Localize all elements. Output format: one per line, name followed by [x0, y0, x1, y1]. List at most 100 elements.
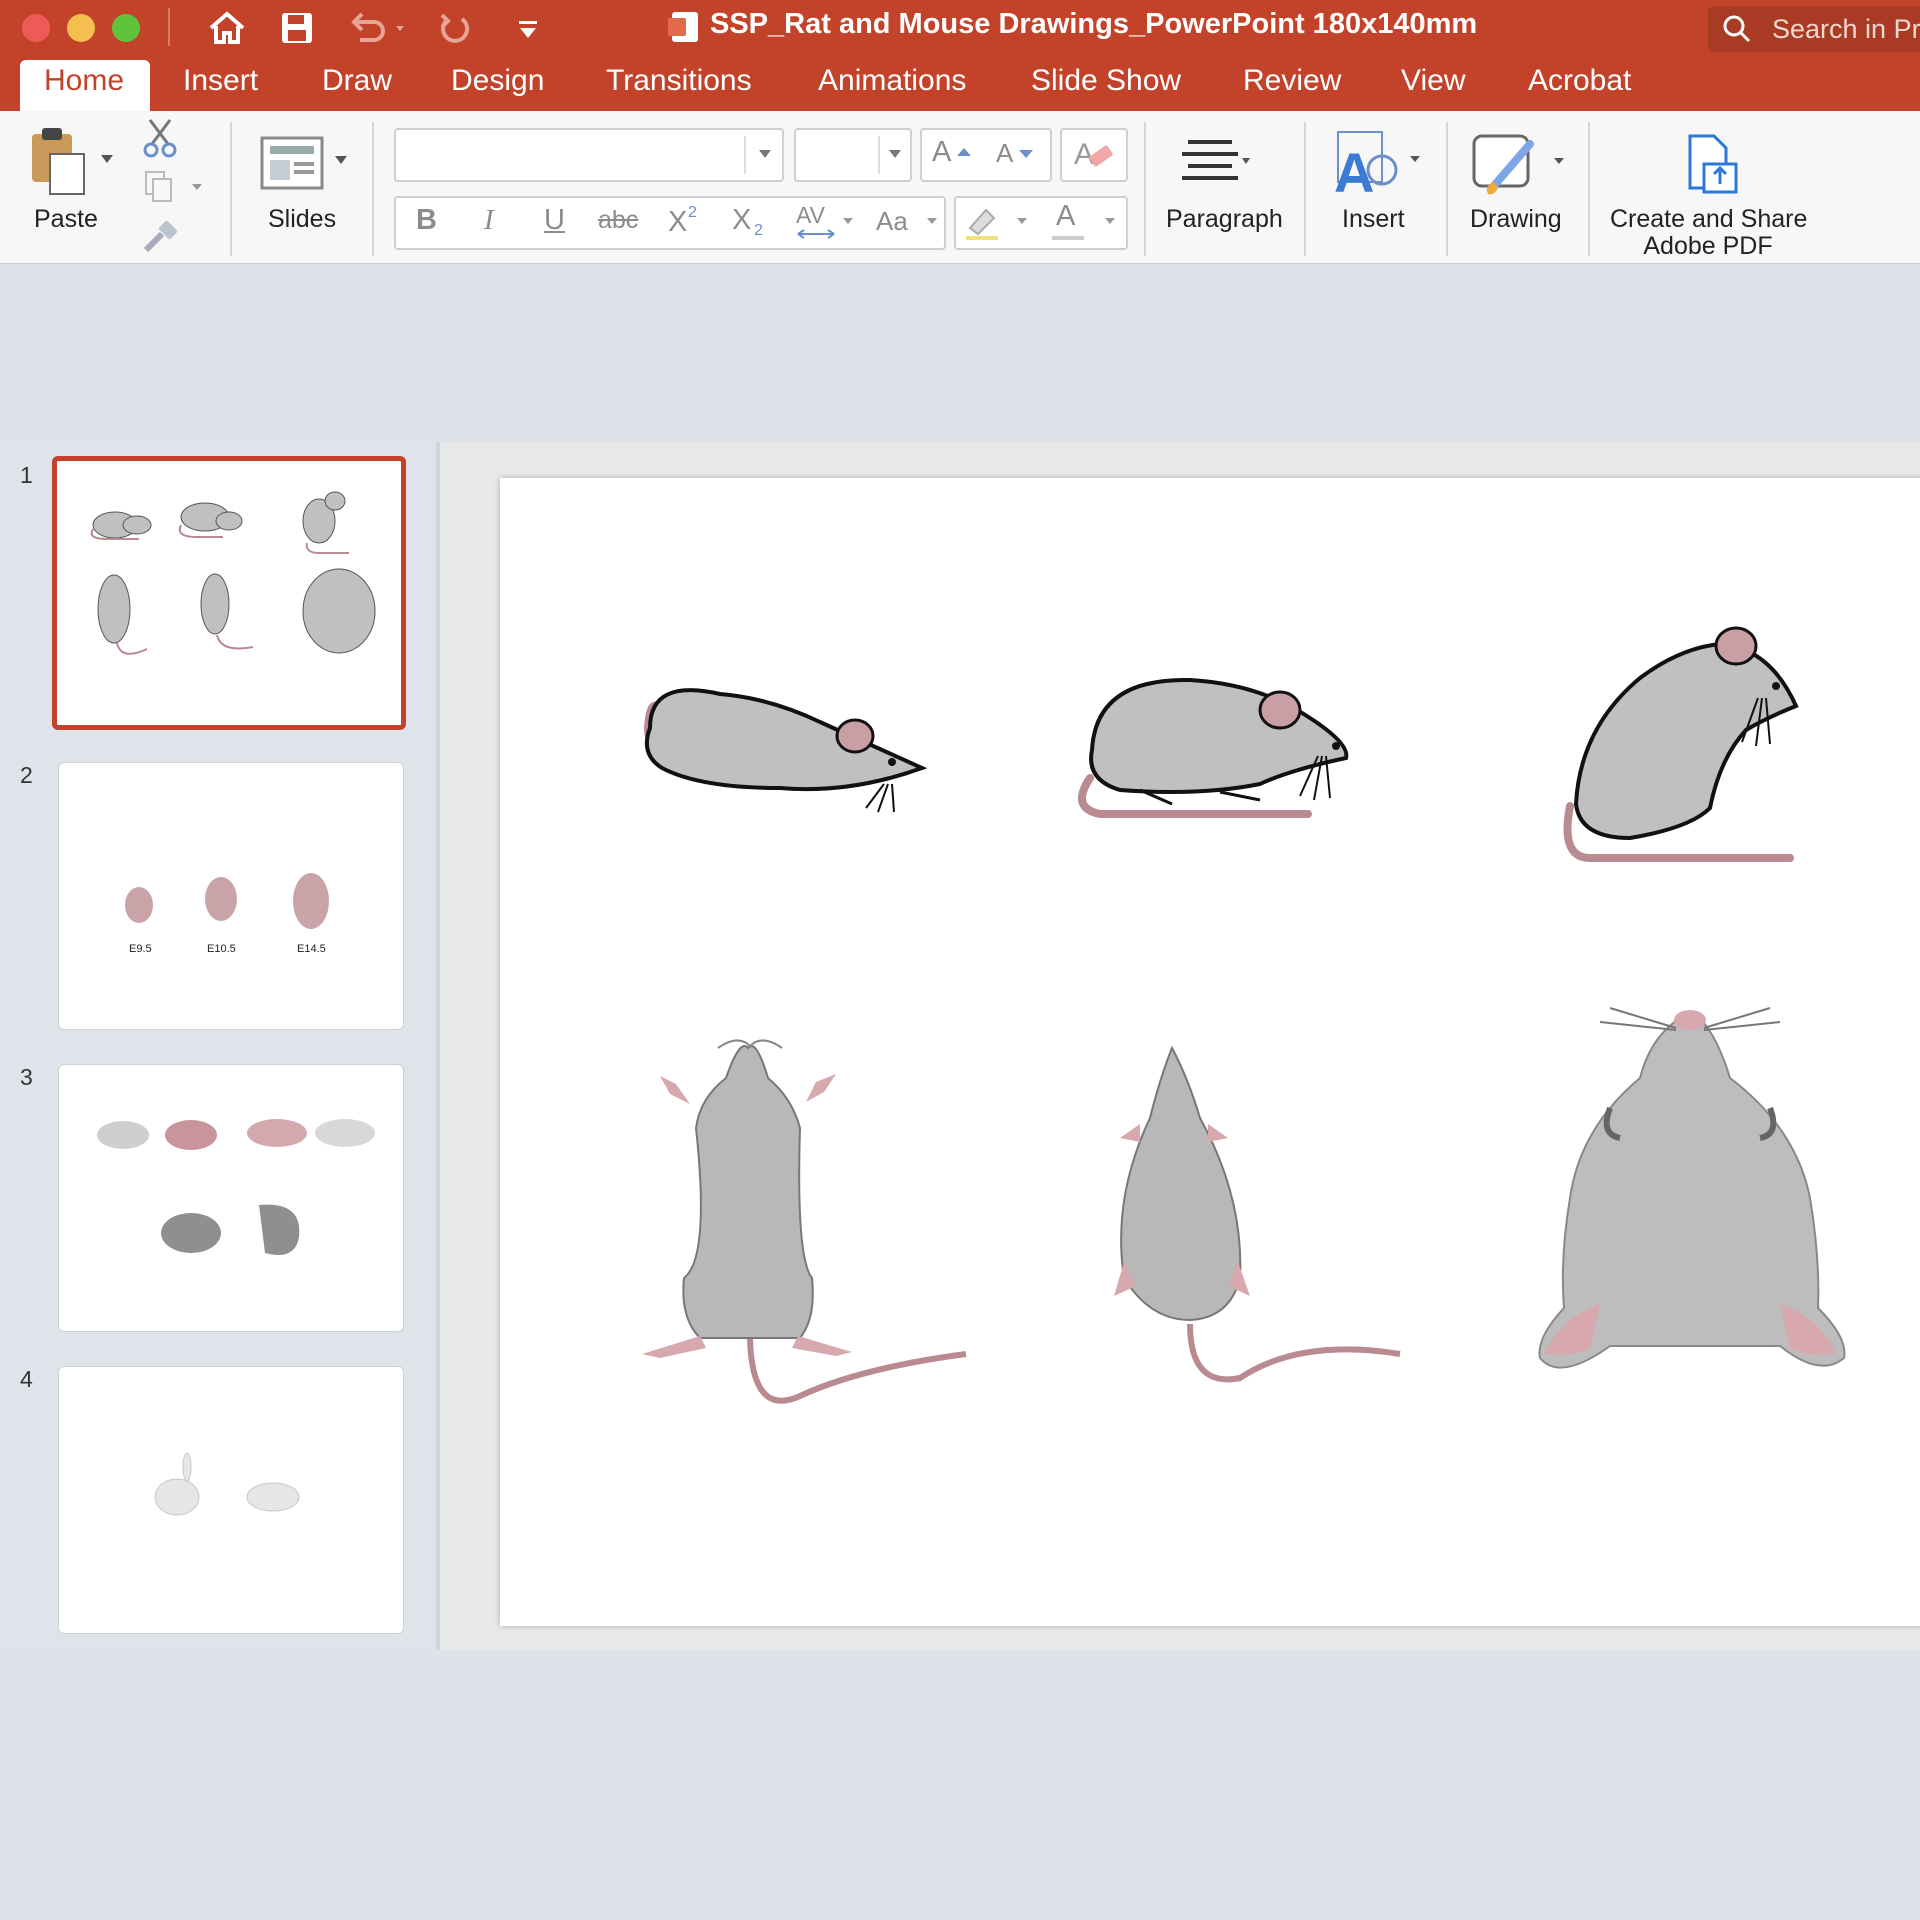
ribbon-separator	[1446, 122, 1448, 256]
redo-icon[interactable]	[436, 9, 476, 49]
search-input[interactable]: Search in Pr	[1772, 14, 1920, 45]
drawing-icon[interactable]	[1470, 130, 1566, 200]
ribbon-separator	[1588, 122, 1590, 256]
superscript-button[interactable]: X	[668, 206, 687, 239]
window-title: SSP_Rat and Mouse Drawings_PowerPoint 18…	[710, 8, 1478, 40]
svg-text:A: A	[1334, 141, 1374, 198]
format-painter-icon[interactable]	[140, 220, 180, 256]
change-case-dropdown-icon[interactable]	[926, 216, 938, 226]
new-slide-icon[interactable]	[260, 136, 330, 192]
tab-acrobat[interactable]: Acrobat	[1528, 64, 1631, 98]
slide-canvas[interactable]	[500, 478, 1920, 1626]
paste-icon[interactable]	[28, 124, 88, 196]
powerpoint-document-icon	[668, 12, 698, 42]
tab-animations[interactable]: Animations	[818, 64, 966, 98]
font-color-button[interactable]: A	[1056, 200, 1075, 233]
change-case-button[interactable]: Aa	[876, 206, 908, 237]
slide-thumbnail-2[interactable]: E9.5 E10.5 E14.5	[58, 762, 404, 1030]
tab-design[interactable]: Design	[451, 64, 544, 98]
slide-thumbnail-1[interactable]	[52, 456, 406, 730]
undo-icon[interactable]	[348, 10, 408, 46]
superscript-marker: 2	[688, 204, 697, 221]
ribbon-separator	[230, 122, 232, 256]
shrink-font-icon	[1019, 150, 1033, 158]
character-spacing-button[interactable]: AV	[796, 202, 825, 229]
tab-insert[interactable]: Insert	[183, 64, 258, 98]
rat-front-view-drawing	[1538, 1007, 1846, 1369]
slide-thumbnail-3[interactable]	[58, 1064, 404, 1332]
slide-3-preview	[97, 1119, 375, 1255]
ribbon-separator	[372, 122, 374, 256]
grow-font-icon	[957, 148, 971, 156]
font-color-dropdown-icon[interactable]	[1104, 216, 1116, 226]
slide-4-preview	[154, 1452, 300, 1516]
bold-button[interactable]: B	[416, 204, 437, 237]
mouse-rearing-drawing	[1563, 626, 1799, 862]
strikethrough-button[interactable]: abc	[598, 206, 638, 235]
paste-label: Paste	[34, 205, 98, 233]
slide-1-artwork	[642, 626, 1846, 1404]
ribbon-separator	[1304, 122, 1306, 256]
subscript-button[interactable]: X	[732, 204, 751, 237]
clear-formatting-button[interactable]: A	[1060, 128, 1128, 182]
paste-dropdown-icon[interactable]	[100, 153, 114, 165]
slide-number-3: 3	[20, 1064, 33, 1090]
clear-formatting-icon: A	[1074, 138, 1113, 171]
save-icon[interactable]	[280, 11, 314, 45]
home-icon[interactable]	[208, 10, 246, 46]
mouse-top-view-small-drawing	[1114, 1045, 1401, 1383]
create-pdf-icon[interactable]	[1684, 132, 1744, 198]
slide-number-1: 1	[20, 462, 33, 488]
slide-2-preview	[125, 873, 329, 929]
drawing-label: Drawing	[1470, 205, 1562, 233]
tab-slide-show[interactable]: Slide Show	[1031, 64, 1181, 98]
font-size-field[interactable]	[794, 128, 912, 182]
search-icon	[1723, 15, 1751, 43]
tab-transitions[interactable]: Transitions	[606, 64, 752, 98]
slide-number-4: 4	[20, 1366, 33, 1392]
customize-toolbar-icon[interactable]	[516, 18, 540, 42]
grow-font-button[interactable]: A	[932, 136, 951, 169]
slides-label: Slides	[268, 205, 337, 233]
embryo-label-1: E9.5	[129, 943, 152, 955]
zoom-window-button[interactable]	[112, 14, 140, 42]
highlight-dropdown-icon[interactable]	[1016, 216, 1028, 226]
create-pdf-label-line1: Create and Share	[1610, 205, 1808, 233]
subscript-marker: 2	[754, 222, 763, 239]
title-bar: SSP_Rat and Mouse Drawings_PowerPoint 18…	[0, 0, 1920, 56]
cut-icon[interactable]	[142, 118, 178, 158]
paragraph-icon[interactable]	[1180, 138, 1250, 188]
create-pdf-label-line2: Adobe PDF	[1643, 232, 1773, 260]
italic-button[interactable]: I	[484, 204, 494, 237]
font-color-swatch	[1052, 236, 1084, 240]
ribbon-separator	[1144, 122, 1146, 256]
underline-button[interactable]: U	[544, 204, 565, 237]
shrink-font-button[interactable]: A	[996, 138, 1013, 169]
insert-label: Insert	[1342, 205, 1405, 233]
slide-number-2: 2	[20, 762, 33, 788]
svg-text:A: A	[1074, 138, 1094, 171]
font-name-field[interactable]	[394, 128, 784, 182]
embryo-label-2: E10.5	[207, 943, 236, 955]
mouse-lying-drawing	[643, 688, 928, 813]
tab-draw[interactable]: Draw	[322, 64, 392, 98]
tab-home[interactable]: Home	[44, 64, 124, 98]
highlight-icon[interactable]	[962, 202, 1002, 242]
font-name-dropdown-icon[interactable]	[758, 148, 772, 160]
spacing-arrows-icon	[797, 229, 835, 239]
copy-icon[interactable]	[144, 170, 204, 206]
insert-shapes-icon[interactable]: A	[1334, 128, 1424, 198]
minimize-window-button[interactable]	[67, 14, 95, 42]
embryo-label-3: E14.5	[297, 943, 326, 955]
tab-view[interactable]: View	[1401, 64, 1465, 98]
mouse-top-view-drawing	[642, 1039, 967, 1404]
close-window-button[interactable]	[22, 14, 50, 42]
slide-thumbnail-4[interactable]	[58, 1366, 404, 1634]
paragraph-label: Paragraph	[1166, 205, 1283, 233]
slide-1-preview	[90, 491, 376, 655]
mouse-crouching-drawing	[1078, 677, 1349, 818]
tab-review[interactable]: Review	[1243, 64, 1341, 98]
font-size-dropdown-icon[interactable]	[888, 148, 902, 160]
slides-dropdown-icon[interactable]	[334, 154, 348, 166]
spacing-dropdown-icon[interactable]	[842, 216, 854, 226]
